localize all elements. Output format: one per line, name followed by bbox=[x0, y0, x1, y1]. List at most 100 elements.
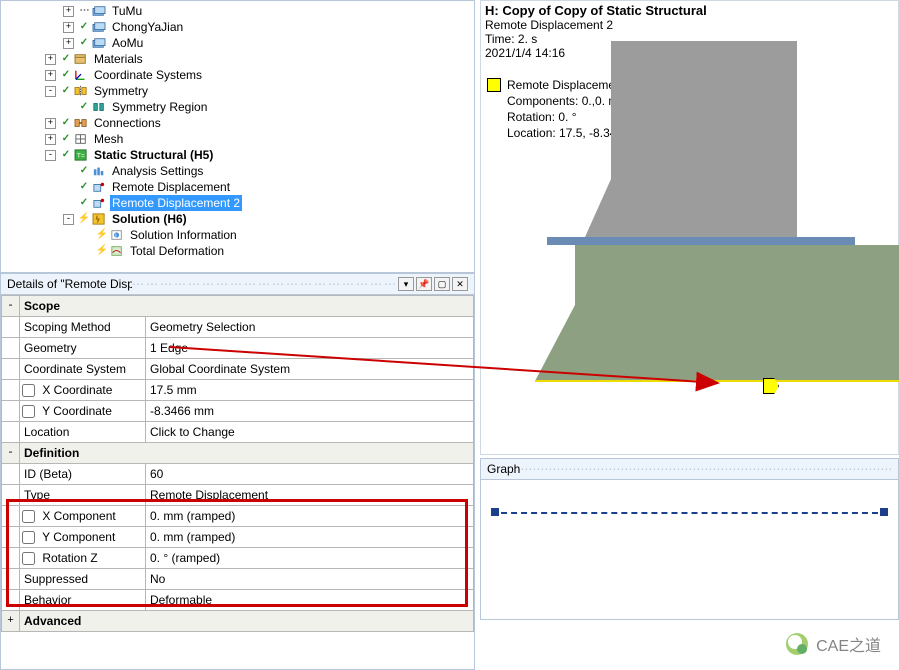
graphics-viewport[interactable]: H: Copy of Copy of Static Structural Rem… bbox=[480, 0, 899, 455]
graph-body[interactable] bbox=[481, 480, 898, 618]
expander-icon[interactable]: - bbox=[45, 86, 56, 97]
prop-value[interactable]: 60 bbox=[146, 464, 474, 485]
solution-icon bbox=[91, 212, 107, 226]
prop-value[interactable]: 1 Edge bbox=[146, 338, 474, 359]
graph-title-bar: Graph ⋯⋯⋯⋯⋯⋯⋯⋯⋯⋯⋯⋯⋯⋯⋯⋯⋯⋯⋯⋯⋯⋯⋯⋯⋯⋯⋯⋯⋯⋯⋯ bbox=[481, 459, 898, 480]
tree-item-label[interactable]: Coordinate Systems bbox=[92, 67, 204, 83]
close-button[interactable]: ✕ bbox=[452, 277, 468, 291]
prop-label: Rotation Z bbox=[20, 548, 146, 569]
prop-label: X Component bbox=[20, 506, 146, 527]
tree-item[interactable]: -✓T=Static Structural (H5) bbox=[9, 147, 474, 163]
group-toggle[interactable]: - bbox=[2, 296, 20, 317]
status-check-icon: ✓ bbox=[59, 131, 73, 147]
tree-item-label[interactable]: Symmetry Region bbox=[110, 99, 209, 115]
expander-icon bbox=[63, 182, 74, 193]
tree-item[interactable]: ✓ Symmetry Region bbox=[9, 99, 474, 115]
body-green bbox=[575, 245, 899, 381]
tree-item-label[interactable]: Mesh bbox=[92, 131, 125, 147]
prop-value[interactable]: Global Coordinate System bbox=[146, 359, 474, 380]
graph-line bbox=[491, 512, 888, 514]
expander-icon[interactable]: + bbox=[45, 54, 56, 65]
tree-item[interactable]: ✓ Remote Displacement 2 bbox=[9, 195, 474, 211]
prop-label: Suppressed bbox=[20, 569, 146, 590]
tree-item[interactable]: -✓Symmetry bbox=[9, 83, 474, 99]
tree-item[interactable]: +✓ChongYaJian bbox=[9, 19, 474, 35]
expander-icon bbox=[81, 230, 92, 241]
geometry-canvas[interactable] bbox=[523, 41, 898, 454]
prop-value[interactable]: -8.3466 mm bbox=[146, 401, 474, 422]
expander-icon[interactable]: + bbox=[45, 134, 56, 145]
tree-item-label[interactable]: Static Structural (H5) bbox=[92, 147, 215, 163]
tree-item-label[interactable]: Solution (H6) bbox=[110, 211, 189, 227]
symmetry-icon bbox=[73, 84, 89, 98]
tree-item-label[interactable]: Symmetry bbox=[92, 83, 150, 99]
outline-tree[interactable]: +⋯TuMu+✓ChongYaJian+✓AoMu+✓Materials+✓Co… bbox=[1, 1, 474, 259]
tree-item-label[interactable]: Solution Information bbox=[128, 227, 239, 243]
tree-item-label[interactable]: ChongYaJian bbox=[110, 19, 185, 35]
group-label[interactable]: Definition bbox=[20, 443, 474, 464]
body-gray bbox=[611, 41, 797, 237]
prop-checkbox[interactable] bbox=[22, 405, 35, 418]
expander-icon[interactable]: + bbox=[45, 70, 56, 81]
group-toggle[interactable]: - bbox=[2, 443, 20, 464]
property-grid[interactable]: -ScopeScoping MethodGeometry SelectionGe… bbox=[1, 295, 474, 669]
prop-checkbox[interactable] bbox=[22, 384, 35, 397]
prop-value[interactable]: Remote Displacement bbox=[146, 485, 474, 506]
tree-item[interactable]: ⚡Total Deformation bbox=[9, 243, 474, 259]
tree-item[interactable]: +✓Connections bbox=[9, 115, 474, 131]
body-icon bbox=[91, 36, 107, 50]
analysis-icon bbox=[91, 164, 107, 178]
expander-icon[interactable]: + bbox=[63, 22, 74, 33]
dropdown-button[interactable]: ▾ bbox=[398, 277, 414, 291]
tree-item-label[interactable]: AoMu bbox=[110, 35, 145, 51]
tree-item-label[interactable]: Total Deformation bbox=[128, 243, 226, 259]
prop-checkbox[interactable] bbox=[22, 510, 35, 523]
group-label[interactable]: Advanced bbox=[20, 611, 474, 632]
prop-value[interactable]: Deformable bbox=[146, 590, 474, 611]
prop-value[interactable]: 0. mm (ramped) bbox=[146, 527, 474, 548]
viewport-title: H: Copy of Copy of Static Structural bbox=[485, 3, 707, 18]
tree-item[interactable]: +⋯TuMu bbox=[9, 3, 474, 19]
status-check-icon: ✓ bbox=[77, 195, 91, 211]
tree-item-label[interactable]: Materials bbox=[92, 51, 145, 67]
tree-item[interactable]: +✓AoMu bbox=[9, 35, 474, 51]
tree-item-label[interactable]: Connections bbox=[92, 115, 163, 131]
pin-button[interactable]: 📌 bbox=[416, 277, 432, 291]
maximize-button[interactable]: ▢ bbox=[434, 277, 450, 291]
prop-value[interactable]: 0. ° (ramped) bbox=[146, 548, 474, 569]
tree-item[interactable]: -⚡Solution (H6) bbox=[9, 211, 474, 227]
prop-value[interactable]: Click to Change bbox=[146, 422, 474, 443]
tree-item[interactable]: ⚡iSolution Information bbox=[9, 227, 474, 243]
tree-item[interactable]: ✓Analysis Settings bbox=[9, 163, 474, 179]
tree-item[interactable]: ✓Remote Displacement bbox=[9, 179, 474, 195]
status-check-icon: ✓ bbox=[59, 51, 73, 67]
expander-icon[interactable]: + bbox=[45, 118, 56, 129]
prop-value[interactable]: Geometry Selection bbox=[146, 317, 474, 338]
watermark: CAE之道 bbox=[786, 632, 881, 656]
prop-value[interactable]: 17.5 mm bbox=[146, 380, 474, 401]
prop-value[interactable]: No bbox=[146, 569, 474, 590]
expander-icon[interactable]: - bbox=[45, 150, 56, 161]
tree-item-label[interactable]: Analysis Settings bbox=[110, 163, 205, 179]
tree-item-label[interactable]: Remote Displacement bbox=[110, 179, 232, 195]
tree-item-label[interactable]: Remote Displacement 2 bbox=[110, 195, 242, 211]
prop-label: Coordinate System bbox=[20, 359, 146, 380]
group-toggle[interactable]: + bbox=[2, 611, 20, 632]
prop-checkbox[interactable] bbox=[22, 531, 35, 544]
prop-label: X Coordinate bbox=[20, 380, 146, 401]
expander-icon[interactable]: + bbox=[63, 6, 74, 17]
tree-item-label[interactable]: TuMu bbox=[110, 3, 144, 19]
status-check-icon: ✓ bbox=[77, 99, 91, 115]
outline-tree-pane: +⋯TuMu+✓ChongYaJian+✓AoMu+✓Materials+✓Co… bbox=[0, 0, 475, 273]
expander-icon[interactable]: - bbox=[63, 214, 74, 225]
expander-icon[interactable]: + bbox=[63, 38, 74, 49]
connections-icon bbox=[73, 116, 89, 130]
tree-item[interactable]: +✓Coordinate Systems bbox=[9, 67, 474, 83]
tree-item[interactable]: +✓ Mesh bbox=[9, 131, 474, 147]
details-title-bar: Details of "Remote Displacement 2" ▾ 📌 ▢… bbox=[1, 274, 474, 295]
tree-item[interactable]: +✓ Materials bbox=[9, 51, 474, 67]
group-label[interactable]: Scope bbox=[20, 296, 474, 317]
svg-text:T=: T= bbox=[77, 153, 85, 160]
prop-value[interactable]: 0. mm (ramped) bbox=[146, 506, 474, 527]
prop-checkbox[interactable] bbox=[22, 552, 35, 565]
